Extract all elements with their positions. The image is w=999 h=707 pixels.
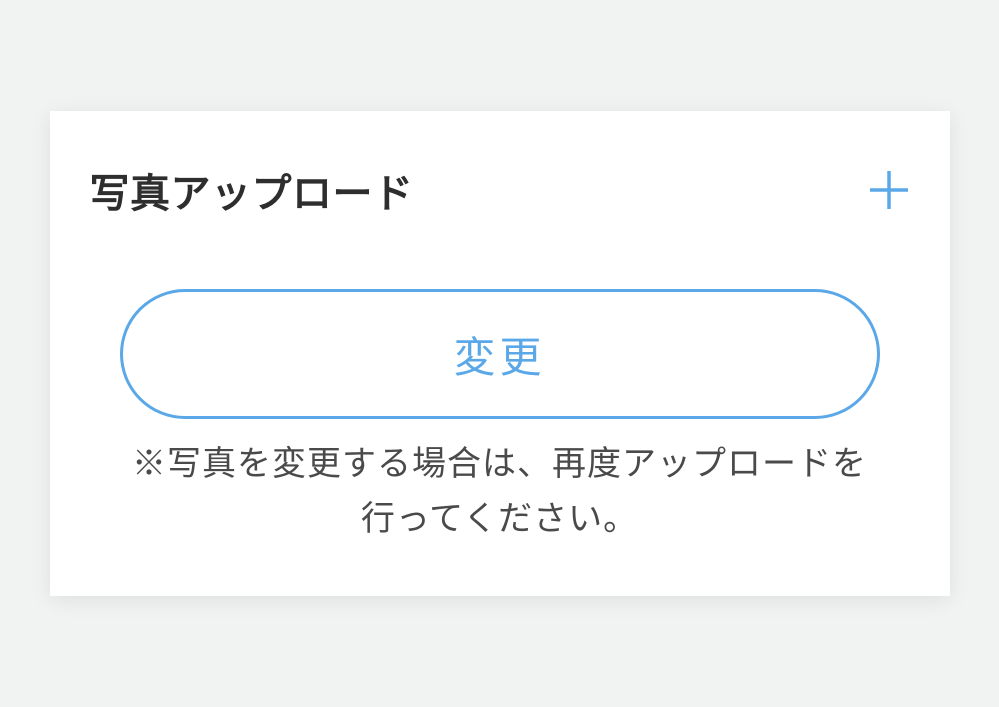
button-container: 変更 ※写真を変更する場合は、再度アップロードを行ってください。 — [90, 289, 910, 546]
help-text: ※写真を変更する場合は、再度アップロードを行ってください。 — [120, 437, 880, 546]
card-header: 写真アップロード — [90, 161, 910, 219]
photo-upload-card: 写真アップロード 変更 ※写真を変更する場合は、再度アップロードを行ってください… — [50, 111, 950, 596]
plus-icon — [868, 169, 910, 211]
expand-icon[interactable] — [868, 169, 910, 211]
change-button[interactable]: 変更 — [120, 289, 880, 419]
card-title: 写真アップロード — [90, 161, 414, 219]
